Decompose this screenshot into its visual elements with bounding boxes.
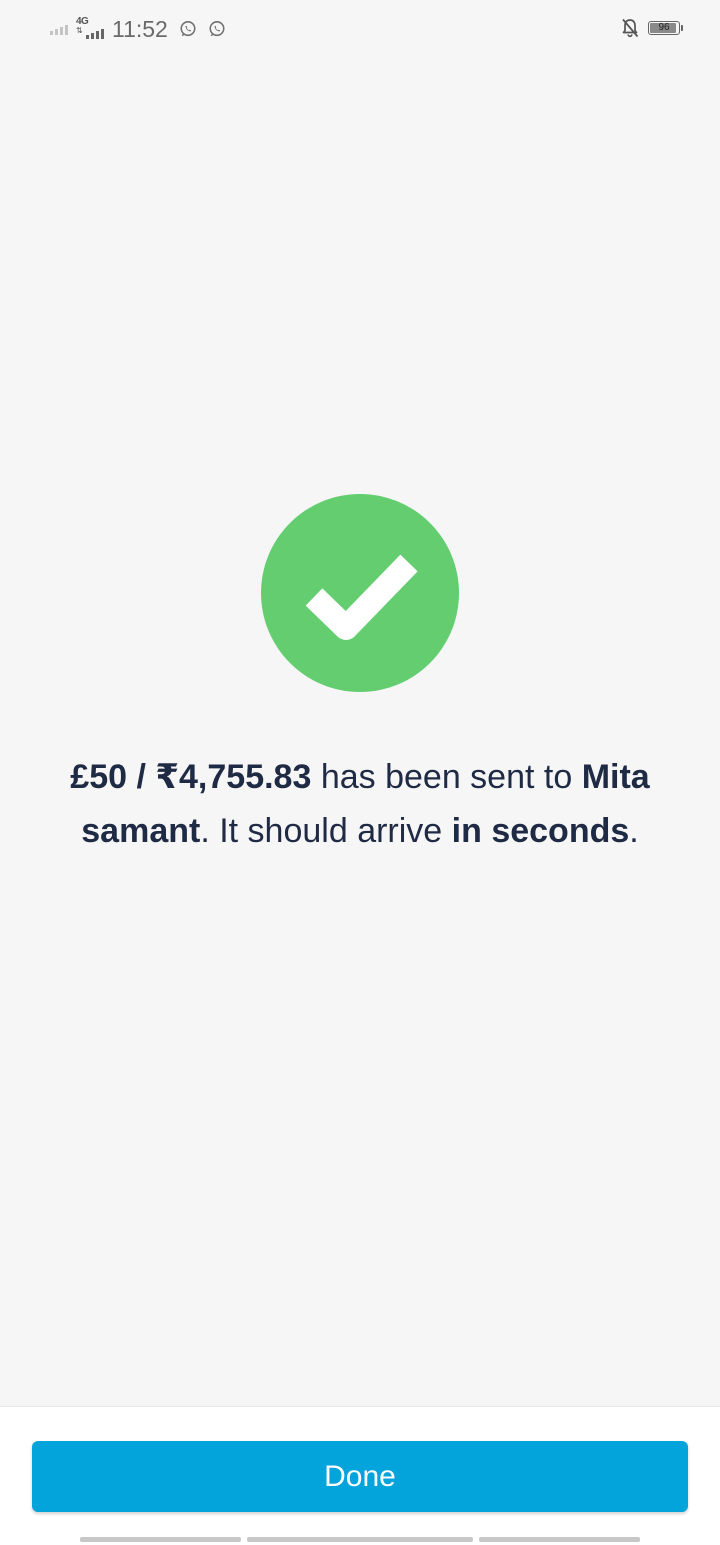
- footer: Done: [0, 1406, 720, 1545]
- check-circle-icon: [261, 494, 459, 692]
- status-bar: 4G ⇅ 11:52 96: [0, 0, 720, 58]
- message-text-2: . It should arrive: [200, 812, 452, 850]
- notifications-off-icon: [622, 18, 639, 38]
- amount-text: £50 / ₹4,755.83: [70, 758, 312, 796]
- message-text-1: has been sent to: [311, 758, 582, 796]
- battery-icon: 96: [648, 21, 683, 35]
- done-button[interactable]: Done: [32, 1441, 688, 1512]
- nav-segment-left: [80, 1537, 242, 1542]
- status-right: 96: [620, 17, 683, 39]
- battery-level: 96: [658, 22, 670, 33]
- confirmation-message: £50 / ₹4,755.83 has been sent to Mita sa…: [60, 750, 660, 858]
- message-text-3: .: [629, 812, 639, 850]
- nav-segment-center: [247, 1537, 473, 1542]
- whatsapp-icon: [209, 21, 225, 37]
- system-nav-bar: [80, 1537, 640, 1542]
- signal-icon: [50, 23, 68, 35]
- status-time: 11:52: [112, 15, 168, 42]
- network-4g-icon: 4G ⇅: [76, 16, 104, 41]
- status-left: 4G ⇅ 11:52: [50, 14, 226, 44]
- whatsapp-icon: [180, 21, 196, 37]
- nav-segment-right: [478, 1537, 640, 1542]
- signal-strength-icon: [86, 27, 104, 39]
- arrival-time: in seconds: [451, 812, 630, 850]
